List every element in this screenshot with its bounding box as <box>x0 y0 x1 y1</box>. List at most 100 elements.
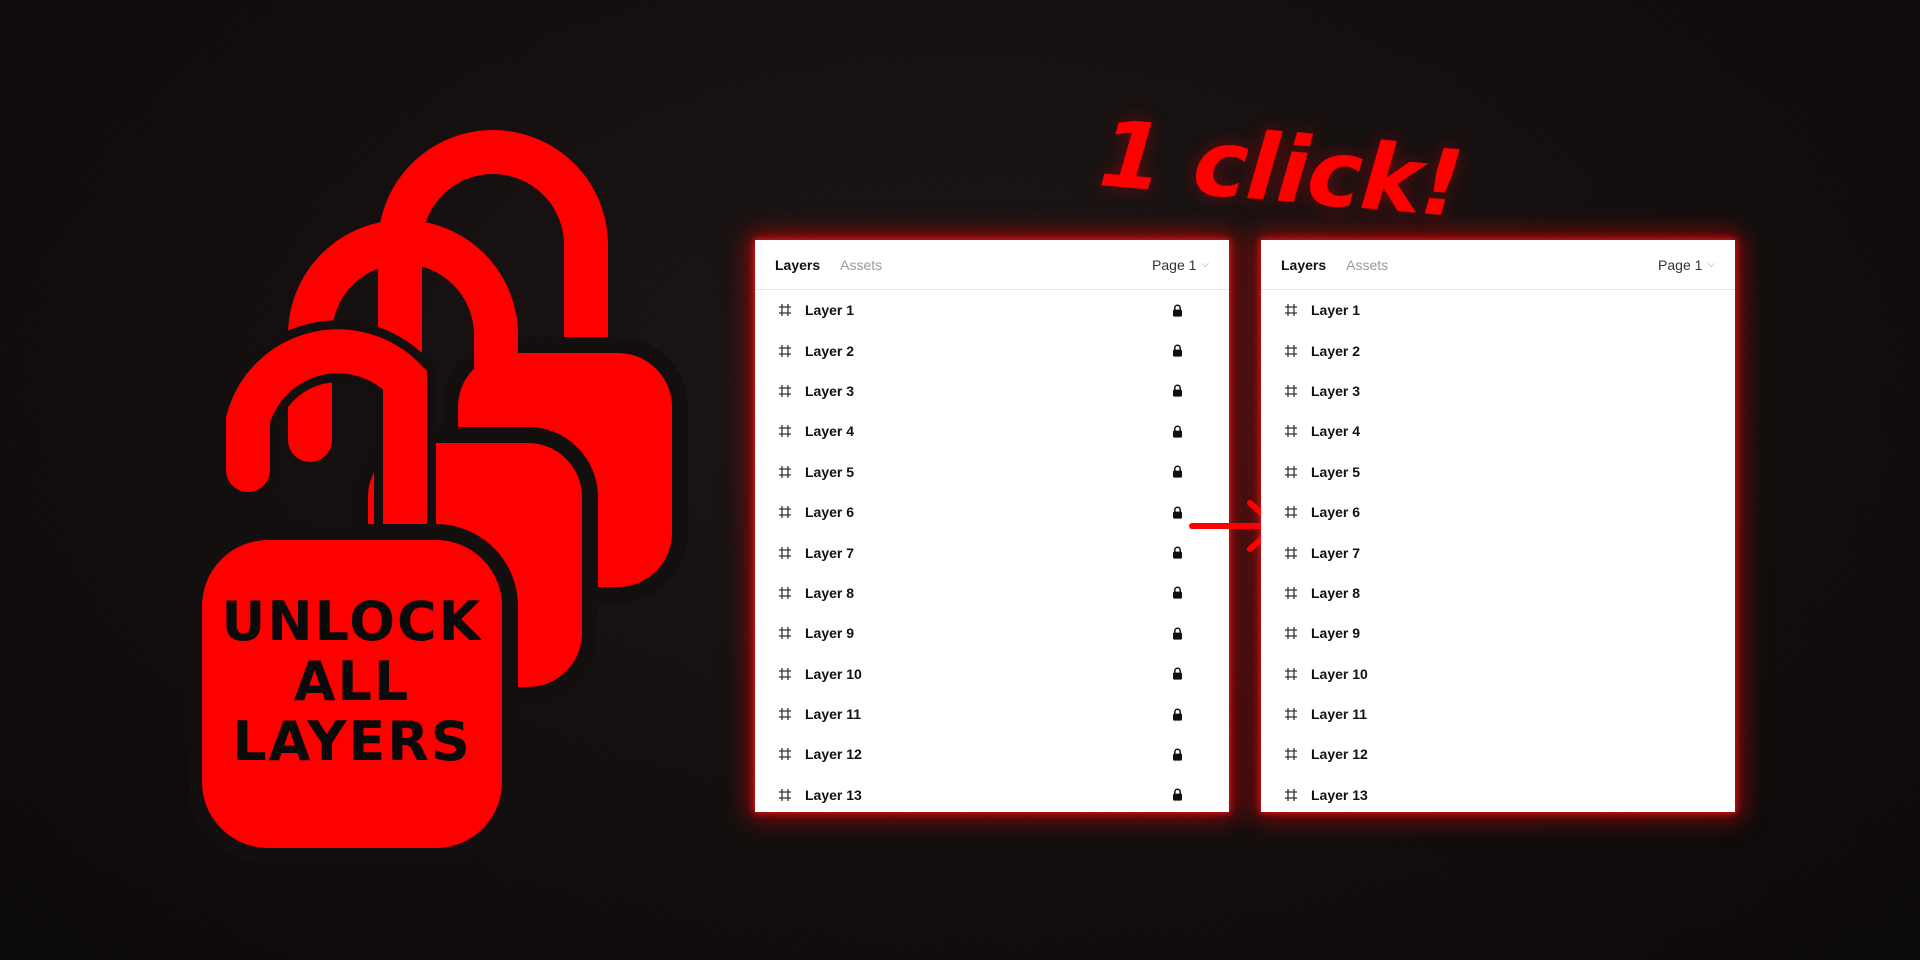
tab-layers[interactable]: Layers <box>1281 257 1326 273</box>
layer-name: Layer 11 <box>805 706 862 723</box>
layers-panel-after: Layers Assets Page 1 ⌵ Layer 1 Layer 2 Lay… <box>1261 240 1735 812</box>
layer-name: Layer 1 <box>805 302 855 319</box>
lock-icon[interactable] <box>1172 344 1183 357</box>
layer-name: Layer 3 <box>1311 382 1361 399</box>
layer-row[interactable]: Layer 8 <box>1261 573 1735 613</box>
page-select-label: Page 1 <box>1658 256 1703 273</box>
layer-name: Layer 4 <box>1311 423 1361 440</box>
layer-row[interactable]: Layer 2 <box>1261 330 1735 370</box>
layer-row[interactable]: Layer 11 <box>1261 694 1735 734</box>
frame-icon <box>779 627 791 640</box>
frame-icon <box>1285 586 1297 599</box>
lock-icon[interactable] <box>1172 384 1183 398</box>
tab-layers[interactable]: Layers <box>775 257 820 273</box>
layer-row[interactable]: Layer 10 <box>755 654 1229 694</box>
layer-row[interactable]: Layer 3 <box>1261 371 1735 411</box>
layer-name: Layer 10 <box>1311 665 1368 682</box>
layer-name: Layer 3 <box>805 382 855 399</box>
layer-row[interactable]: Layer 11 <box>755 694 1229 734</box>
layer-row[interactable]: Layer 9 <box>755 613 1229 653</box>
layer-row[interactable]: Layer 13 <box>755 775 1229 812</box>
layer-name: Layer 6 <box>805 504 855 521</box>
lock-icon[interactable] <box>1172 788 1183 801</box>
layer-row[interactable]: Layer 1 <box>755 290 1229 330</box>
layer-row[interactable]: Layer 7 <box>755 532 1229 572</box>
tab-assets[interactable]: Assets <box>840 257 882 273</box>
frame-icon <box>779 465 791 478</box>
lock-icon[interactable] <box>1172 465 1183 478</box>
frame-icon <box>1285 708 1297 721</box>
lock-icon[interactable] <box>1172 667 1183 680</box>
unlock-all-layers-logo: UNLOCK ALL LAYERS <box>186 100 710 870</box>
layer-row[interactable]: Layer 3 <box>755 371 1229 411</box>
frame-icon <box>1285 546 1297 559</box>
layer-name: Layer 12 <box>1311 746 1368 763</box>
layer-row[interactable]: Layer 4 <box>755 411 1229 451</box>
layer-row[interactable]: Layer 1 <box>1261 290 1735 330</box>
tab-assets[interactable]: Assets <box>1346 257 1388 273</box>
page-select[interactable]: Page 1 ⌵ <box>1152 257 1209 273</box>
frame-icon <box>1285 304 1297 317</box>
lock-icon[interactable] <box>1172 546 1183 559</box>
frame-icon <box>1285 506 1297 519</box>
layer-row[interactable]: Layer 6 <box>755 492 1229 532</box>
frame-icon <box>779 384 791 397</box>
layer-row[interactable]: Layer 4 <box>1261 411 1735 451</box>
frame-icon <box>779 425 791 438</box>
layer-name: Layer 8 <box>1311 584 1361 601</box>
lock-icon[interactable] <box>1172 586 1183 600</box>
frame-icon <box>779 344 791 357</box>
frame-icon <box>1285 384 1297 397</box>
layer-name: Layer 4 <box>805 423 855 440</box>
lock-icon[interactable] <box>1172 304 1183 317</box>
layer-name: Layer 6 <box>1311 504 1361 521</box>
frame-icon <box>1285 344 1297 357</box>
layer-list: Layer 1 Layer 2 Layer 3 Layer 4 Layer 5 Layer… <box>1261 290 1735 812</box>
chevron-down-icon: ⌵ <box>1707 259 1715 270</box>
frame-icon <box>1285 425 1297 438</box>
layer-row[interactable]: Layer 8 <box>755 573 1229 613</box>
layers-panel-before: Layers Assets Page 1 ⌵ Layer 1 Layer 2 Lay… <box>755 240 1229 812</box>
layer-row[interactable]: Layer 6 <box>1261 492 1735 532</box>
layer-name: Layer 11 <box>1311 706 1368 723</box>
panel-header: Layers Assets Page 1 ⌵ <box>755 240 1229 290</box>
lock-icon[interactable] <box>1172 708 1183 721</box>
frame-icon <box>779 788 791 801</box>
layer-name: Layer 12 <box>805 746 862 763</box>
layer-name: Layer 10 <box>805 665 862 682</box>
layer-name: Layer 7 <box>805 544 855 561</box>
layer-row[interactable]: Layer 10 <box>1261 654 1735 694</box>
lock-icon[interactable] <box>1172 748 1183 761</box>
layer-name: Layer 9 <box>805 625 855 642</box>
layer-row[interactable]: Layer 12 <box>755 734 1229 774</box>
layer-name: Layer 5 <box>805 463 855 480</box>
lock-icon[interactable] <box>1172 425 1183 438</box>
layer-name: Layer 13 <box>805 786 862 803</box>
layer-row[interactable]: Layer 2 <box>755 330 1229 370</box>
panel-header: Layers Assets Page 1 ⌵ <box>1261 240 1735 290</box>
hero-line-3: LAYERS <box>232 710 472 773</box>
frame-icon <box>779 546 791 559</box>
frame-icon <box>779 586 791 599</box>
frame-icon <box>1285 748 1297 761</box>
layer-name: Layer 1 <box>1311 302 1361 319</box>
frame-icon <box>779 304 791 317</box>
layer-row[interactable]: Layer 7 <box>1261 532 1735 572</box>
frame-icon <box>779 748 791 761</box>
layer-name: Layer 7 <box>1311 544 1361 561</box>
layer-row[interactable]: Layer 9 <box>1261 613 1735 653</box>
frame-icon <box>1285 465 1297 478</box>
frame-icon <box>779 708 791 721</box>
layer-row[interactable]: Layer 12 <box>1261 734 1735 774</box>
layer-name: Layer 13 <box>1311 786 1368 803</box>
layer-row[interactable]: Layer 5 <box>755 452 1229 492</box>
layer-name: Layer 2 <box>1311 342 1361 359</box>
layer-row[interactable]: Layer 5 <box>1261 452 1735 492</box>
frame-icon <box>779 667 791 680</box>
hero-line-1: UNLOCK <box>222 590 483 653</box>
lock-icon[interactable] <box>1172 627 1183 640</box>
layer-row[interactable]: Layer 13 <box>1261 775 1735 812</box>
lock-icon[interactable] <box>1172 506 1183 519</box>
chevron-down-icon: ⌵ <box>1201 259 1209 270</box>
page-select[interactable]: Page 1 ⌵ <box>1658 257 1715 273</box>
